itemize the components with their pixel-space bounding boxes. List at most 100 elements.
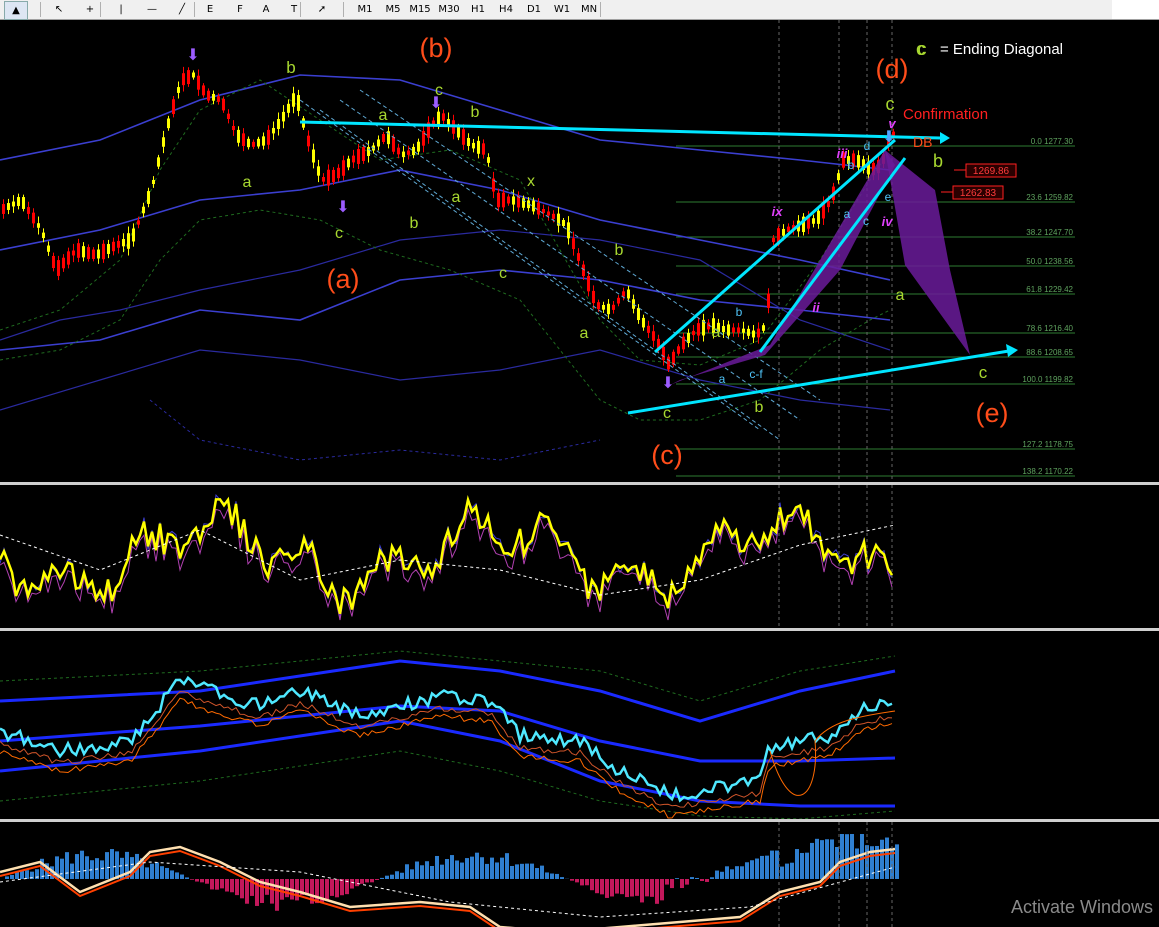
- timeframe-m15[interactable]: M15: [407, 1, 433, 18]
- subwave-label: b: [736, 305, 743, 319]
- vertical-line-icon[interactable]: |: [109, 1, 133, 18]
- wave-label-a: a: [243, 174, 252, 191]
- candle-body: [817, 210, 820, 224]
- macd-histogram-positive: [75, 854, 79, 879]
- candle-body: [812, 218, 815, 224]
- macd-histogram-positive: [690, 877, 694, 879]
- candle-body: [102, 243, 105, 260]
- macd-histogram-positive: [525, 863, 529, 879]
- macd-histogram-positive: [440, 864, 444, 879]
- candle-body: [602, 304, 605, 310]
- candle-body: [567, 222, 570, 239]
- macd-histogram-positive: [85, 856, 89, 879]
- candle-body: [597, 302, 600, 310]
- macd-histogram-positive: [780, 866, 784, 879]
- oscillator-main-line: [0, 494, 894, 615]
- timeframe-h1[interactable]: H1: [465, 1, 491, 18]
- candle-body: [247, 138, 250, 148]
- major-wave-label: (e): [976, 398, 1009, 428]
- major-wave-label: (c): [651, 440, 682, 470]
- price-chart: 0.0 1277.30 23.6 1259.82 38.2 1247.70 50.0 …: [0, 20, 1075, 482]
- major-wave-label: (a): [327, 264, 360, 294]
- confirmation-label: Confirmation: [903, 106, 988, 123]
- candle-body: [47, 245, 50, 252]
- macd-histogram-positive: [420, 865, 424, 879]
- candle-body: [412, 146, 415, 156]
- candle-body: [207, 90, 210, 101]
- macd-histogram-positive: [530, 863, 534, 879]
- macd-histogram-positive: [445, 859, 449, 879]
- macd-histogram-positive: [100, 860, 104, 879]
- main-price-panel[interactable]: 0.0 1277.30 23.6 1259.82 38.2 1247.70 50.0 …: [0, 20, 1159, 482]
- wave-label-b: b: [615, 242, 624, 259]
- macd-histogram-positive: [490, 857, 494, 879]
- macd-panel[interactable]: [0, 822, 1159, 927]
- fib-level-label: 0.0 1277.30: [1031, 137, 1074, 146]
- timeframe-d1[interactable]: D1: [521, 1, 547, 18]
- candle-body: [127, 233, 130, 249]
- macd-histogram-positive: [675, 878, 679, 879]
- macd-histogram-positive: [760, 855, 764, 879]
- macd-histogram-negative: [215, 879, 219, 890]
- chart-type-icon[interactable]: ▲: [4, 1, 28, 20]
- candle-body: [442, 113, 445, 121]
- timeframe-m30[interactable]: M30: [436, 1, 462, 18]
- candle-body: [537, 202, 540, 215]
- roman-wave-label: iv: [882, 214, 894, 229]
- trendline-arrowhead: [940, 132, 950, 144]
- macd-histogram-positive: [895, 844, 899, 879]
- timeframe-m5[interactable]: M5: [380, 1, 406, 18]
- candle-body: [547, 211, 550, 216]
- trendline-icon[interactable]: ╱: [170, 1, 194, 18]
- fib-level-label: 61.8 1229.42: [1026, 285, 1073, 294]
- macd-histogram-negative: [595, 879, 599, 894]
- macd-histogram-positive: [885, 837, 889, 879]
- crosshair-icon[interactable]: +: [78, 1, 102, 18]
- macd-histogram-positive: [880, 839, 884, 879]
- horizontal-line-icon[interactable]: —: [140, 1, 164, 18]
- macd-histogram-positive: [515, 864, 519, 879]
- macd-histogram-positive: [745, 862, 749, 879]
- candle-body: [722, 325, 725, 333]
- candle-body: [467, 137, 470, 147]
- timeframe-h4[interactable]: H4: [493, 1, 519, 18]
- fib-level-label: 23.6 1259.82: [1026, 193, 1073, 202]
- subwave-label: d: [864, 139, 871, 153]
- cursor-icon[interactable]: ↖: [47, 1, 71, 18]
- macd-chart: [0, 822, 899, 927]
- macd-histogram-positive: [20, 870, 24, 879]
- text-icon[interactable]: A: [254, 1, 278, 18]
- legend-c-label: c: [916, 39, 925, 59]
- macd-histogram-negative: [685, 879, 689, 885]
- candle-body: [212, 93, 215, 101]
- timeframe-mn[interactable]: MN: [576, 1, 602, 18]
- macd-histogram-negative: [220, 879, 224, 889]
- candle-body: [192, 72, 195, 78]
- arrow-shapes-icon[interactable]: ➚: [310, 1, 334, 18]
- candle-body: [627, 289, 630, 299]
- macd-histogram-negative: [570, 879, 574, 881]
- macd-histogram-negative: [620, 879, 624, 895]
- candle-body: [352, 155, 355, 163]
- subwave-label: c-f: [749, 367, 763, 381]
- candle-body: [187, 70, 190, 85]
- pivot-arrow-icon: ⬇: [186, 47, 199, 64]
- timeframe-m1[interactable]: M1: [352, 1, 378, 18]
- macd-histogram-positive: [860, 834, 864, 879]
- candle-body: [317, 166, 320, 176]
- oscillator-chart-2: [0, 650, 896, 819]
- timeframe-w1[interactable]: W1: [549, 1, 575, 18]
- macd-histogram-positive: [840, 834, 844, 879]
- macd-histogram-positive: [725, 866, 729, 879]
- candle-body: [92, 249, 95, 259]
- fibonacci-fan-icon[interactable]: E: [198, 1, 222, 18]
- toolbar-separator: [343, 2, 344, 17]
- macd-histogram-positive: [430, 866, 434, 879]
- roman-wave-label: iii: [837, 146, 848, 161]
- macd-histogram-positive: [460, 862, 464, 879]
- macd-histogram-positive: [510, 865, 514, 879]
- oscillator-panel-2[interactable]: [0, 631, 1159, 819]
- oscillator-panel-1[interactable]: [0, 485, 1159, 628]
- text-label-icon[interactable]: T: [282, 1, 306, 18]
- fibonacci-retracement-icon[interactable]: F: [228, 1, 252, 18]
